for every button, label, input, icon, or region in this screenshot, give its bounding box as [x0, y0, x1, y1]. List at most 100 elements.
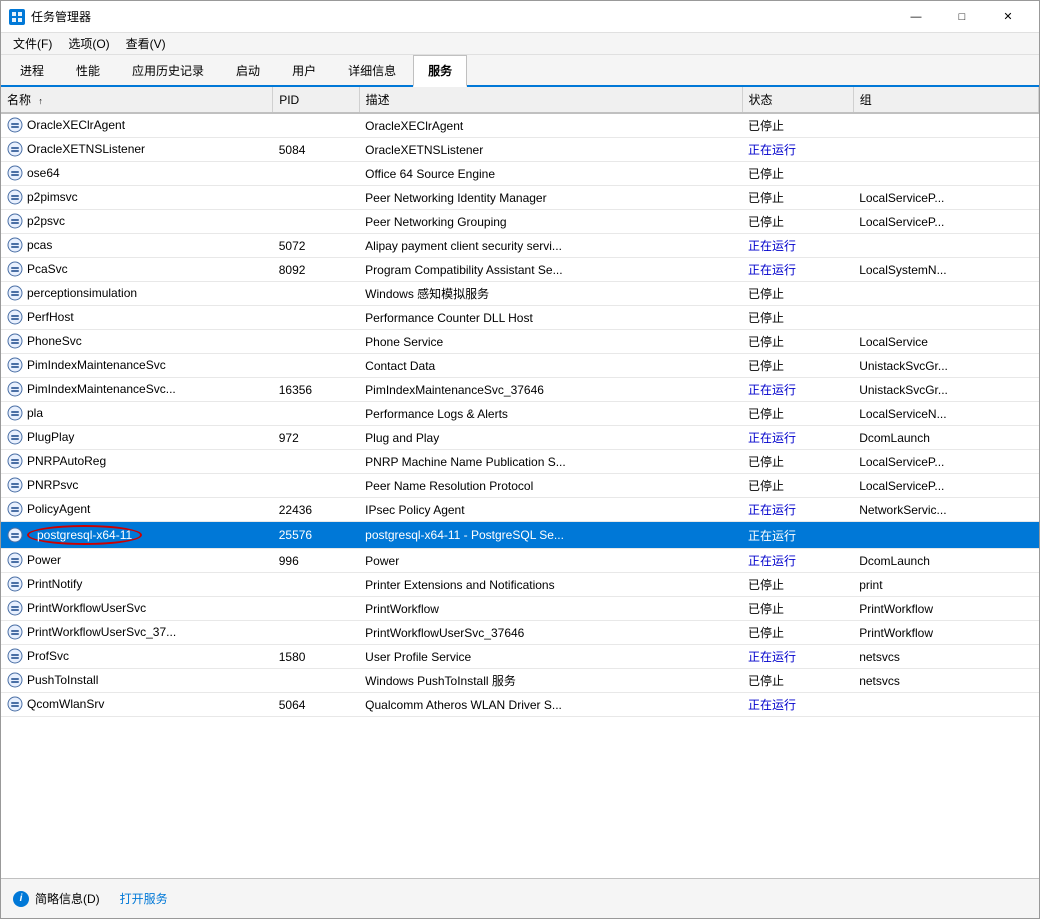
- tab-performance[interactable]: 性能: [61, 55, 115, 85]
- table-row[interactable]: postgresql-x64-1125576postgresql-x64-11 …: [1, 522, 1039, 549]
- cell-group: print: [853, 573, 1038, 597]
- cell-group: [853, 113, 1038, 138]
- open-services-link[interactable]: 打开服务: [120, 890, 168, 907]
- service-icon: [7, 648, 23, 664]
- table-row[interactable]: PushToInstallWindows PushToInstall 服务已停止…: [1, 669, 1039, 693]
- table-row[interactable]: OracleXETNSListener5084OracleXETNSListen…: [1, 138, 1039, 162]
- table-row[interactable]: QcomWlanSrv5064Qualcomm Atheros WLAN Dri…: [1, 693, 1039, 717]
- cell-name: ose64: [1, 162, 273, 186]
- service-icon: [7, 309, 23, 325]
- menu-view[interactable]: 查看(V): [118, 33, 174, 54]
- cell-status: 已停止: [742, 573, 853, 597]
- cell-desc: Qualcomm Atheros WLAN Driver S...: [359, 693, 742, 717]
- cell-pid: 1580: [273, 645, 359, 669]
- service-name-text: p2pimsvc: [27, 190, 78, 204]
- table-row[interactable]: plaPerformance Logs & Alerts已停止LocalServ…: [1, 402, 1039, 426]
- cell-group: UnistackSvcGr...: [853, 378, 1038, 402]
- cell-name: OracleXEClrAgent: [1, 113, 273, 138]
- window-controls: — □ ✕: [893, 1, 1031, 33]
- table-row[interactable]: perceptionsimulationWindows 感知模拟服务已停止: [1, 282, 1039, 306]
- table-row[interactable]: PNRPAutoRegPNRP Machine Name Publication…: [1, 450, 1039, 474]
- table-row[interactable]: PimIndexMaintenanceSvcContact Data已停止Uni…: [1, 354, 1039, 378]
- column-header-group[interactable]: 组: [853, 87, 1038, 113]
- menu-options[interactable]: 选项(O): [60, 33, 117, 54]
- column-header-name[interactable]: 名称 ↑: [1, 87, 273, 113]
- table-row[interactable]: pcas5072Alipay payment client security s…: [1, 234, 1039, 258]
- tab-details[interactable]: 详细信息: [333, 55, 411, 85]
- cell-status: 已停止: [742, 621, 853, 645]
- table-row[interactable]: p2psvcPeer Networking Grouping已停止LocalSe…: [1, 210, 1039, 234]
- cell-group: [853, 306, 1038, 330]
- cell-group: DcomLaunch: [853, 549, 1038, 573]
- service-name-text: PimIndexMaintenanceSvc: [27, 358, 166, 372]
- tab-app-history[interactable]: 应用历史记录: [117, 55, 219, 85]
- cell-name: PushToInstall: [1, 669, 273, 693]
- cell-pid: [273, 282, 359, 306]
- info-icon: i: [13, 891, 29, 907]
- cell-group: [853, 234, 1038, 258]
- service-name-text: PhoneSvc: [27, 334, 82, 348]
- service-name-text: PcaSvc: [27, 262, 68, 276]
- tab-users[interactable]: 用户: [277, 55, 331, 85]
- tab-process[interactable]: 进程: [5, 55, 59, 85]
- service-icon: [7, 213, 23, 229]
- column-header-status[interactable]: 状态: [742, 87, 853, 113]
- table-row[interactable]: ose64Office 64 Source Engine已停止: [1, 162, 1039, 186]
- cell-desc: Peer Name Resolution Protocol: [359, 474, 742, 498]
- cell-pid: 5072: [273, 234, 359, 258]
- column-header-pid[interactable]: PID: [273, 87, 359, 113]
- cell-name: Power: [1, 549, 273, 573]
- tab-startup[interactable]: 启动: [221, 55, 275, 85]
- cell-name: perceptionsimulation: [1, 282, 273, 306]
- cell-name: ProfSvc: [1, 645, 273, 669]
- footer-info-label[interactable]: 简略信息(D): [35, 890, 100, 907]
- table-row[interactable]: OracleXEClrAgentOracleXEClrAgent已停止: [1, 113, 1039, 138]
- cell-group: [853, 282, 1038, 306]
- table-row[interactable]: PrintWorkflowUserSvc_37...PrintWorkflowU…: [1, 621, 1039, 645]
- table-row[interactable]: PcaSvc8092Program Compatibility Assistan…: [1, 258, 1039, 282]
- cell-group: UnistackSvcGr...: [853, 354, 1038, 378]
- table-row[interactable]: ProfSvc1580User Profile Service正在运行netsv…: [1, 645, 1039, 669]
- table-row[interactable]: p2pimsvcPeer Networking Identity Manager…: [1, 186, 1039, 210]
- cell-status: 已停止: [742, 162, 853, 186]
- service-icon: [7, 237, 23, 253]
- tab-services[interactable]: 服务: [413, 55, 467, 87]
- cell-pid: 8092: [273, 258, 359, 282]
- minimize-button[interactable]: —: [893, 1, 939, 33]
- menu-file[interactable]: 文件(F): [5, 33, 60, 54]
- table-row[interactable]: PimIndexMaintenanceSvc...16356PimIndexMa…: [1, 378, 1039, 402]
- table-row[interactable]: Power996Power正在运行DcomLaunch: [1, 549, 1039, 573]
- cell-status: 已停止: [742, 450, 853, 474]
- cell-name: PrintWorkflowUserSvc: [1, 597, 273, 621]
- table-row[interactable]: PlugPlay972Plug and Play正在运行DcomLaunch: [1, 426, 1039, 450]
- cell-name: PNRPsvc: [1, 474, 273, 498]
- cell-desc: Alipay payment client security servi...: [359, 234, 742, 258]
- table-row[interactable]: PrintNotifyPrinter Extensions and Notifi…: [1, 573, 1039, 597]
- services-table-container[interactable]: 名称 ↑ PID 描述 状态 组: [1, 87, 1039, 878]
- service-name-text: PolicyAgent: [27, 502, 90, 516]
- service-icon: [7, 405, 23, 421]
- cell-name: pla: [1, 402, 273, 426]
- table-row[interactable]: PrintWorkflowUserSvcPrintWorkflow已停止Prin…: [1, 597, 1039, 621]
- cell-pid: [273, 186, 359, 210]
- table-row[interactable]: PolicyAgent22436IPsec Policy Agent正在运行Ne…: [1, 498, 1039, 522]
- table-row[interactable]: PerfHostPerformance Counter DLL Host已停止: [1, 306, 1039, 330]
- cell-pid: [273, 354, 359, 378]
- service-name-text: pla: [27, 406, 43, 420]
- maximize-button[interactable]: □: [939, 1, 985, 33]
- tab-bar: 进程 性能 应用历史记录 启动 用户 详细信息 服务: [1, 55, 1039, 87]
- cell-desc: OracleXEClrAgent: [359, 113, 742, 138]
- close-button[interactable]: ✕: [985, 1, 1031, 33]
- cell-desc: IPsec Policy Agent: [359, 498, 742, 522]
- table-row[interactable]: PhoneSvcPhone Service已停止LocalService: [1, 330, 1039, 354]
- cell-status: 已停止: [742, 354, 853, 378]
- cell-desc: User Profile Service: [359, 645, 742, 669]
- table-row[interactable]: PNRPsvcPeer Name Resolution Protocol已停止L…: [1, 474, 1039, 498]
- cell-status: 已停止: [742, 330, 853, 354]
- cell-group: PrintWorkflow: [853, 621, 1038, 645]
- cell-name: PerfHost: [1, 306, 273, 330]
- column-header-desc[interactable]: 描述: [359, 87, 742, 113]
- cell-name: postgresql-x64-11: [1, 522, 273, 549]
- cell-status: 正在运行: [742, 693, 853, 717]
- service-icon: [7, 672, 23, 688]
